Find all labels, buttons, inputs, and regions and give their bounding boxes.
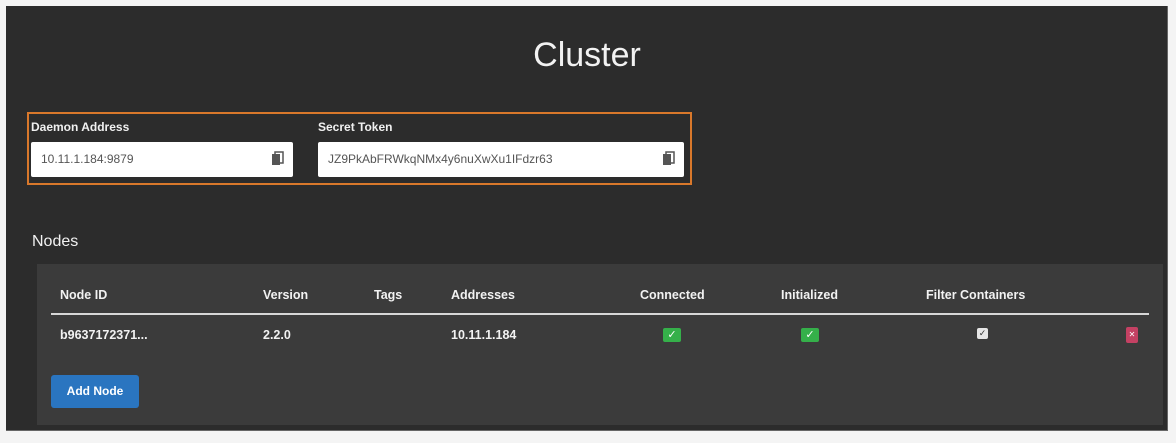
secret-token-label: Secret Token xyxy=(318,120,393,134)
addresses-cell: 10.11.1.184 xyxy=(451,328,517,342)
daemon-address-label: Daemon Address xyxy=(31,120,130,134)
header-divider xyxy=(51,313,1149,315)
delete-node-button[interactable]: ✕ xyxy=(1126,327,1138,343)
column-version: Version xyxy=(263,288,309,302)
column-addresses: Addresses xyxy=(451,288,515,302)
page-title: Cluster xyxy=(533,36,641,74)
daemon-address-field[interactable]: 10.11.1.184:9879 xyxy=(31,142,293,177)
secret-token-value: JZ9PkAbFRWkqNMx4y6nuXwXu1IFdzr63 xyxy=(328,152,553,166)
filter-containers-checkbox[interactable]: ✓ xyxy=(977,328,988,339)
version-cell: 2.2.0 xyxy=(263,328,291,342)
daemon-address-value: 10.11.1.184:9879 xyxy=(41,152,134,166)
connected-check-icon: ✓ xyxy=(663,328,681,342)
initialized-check-icon: ✓ xyxy=(801,328,819,342)
column-tags: Tags xyxy=(374,288,403,302)
column-connected: Connected xyxy=(640,288,705,302)
column-node-id: Node ID xyxy=(60,288,108,302)
secret-token-field[interactable]: JZ9PkAbFRWkqNMx4y6nuXwXu1IFdzr63 xyxy=(318,142,684,177)
add-node-button[interactable]: Add Node xyxy=(51,375,139,408)
copy-daemon-address-clipboard-icon[interactable] xyxy=(271,151,285,167)
column-filter-containers: Filter Containers xyxy=(926,288,1026,302)
node-id-cell: b9637172371... xyxy=(60,328,148,342)
column-initialized: Initialized xyxy=(781,288,838,302)
nodes-panel: Node ID Version Tags Addresses Connected… xyxy=(37,264,1163,425)
cluster-page: Cluster Daemon Address 10.11.1.184:9879 … xyxy=(6,6,1168,431)
nodes-section-title: Nodes xyxy=(32,233,79,250)
copy-secret-token-clipboard-icon[interactable] xyxy=(662,151,676,167)
